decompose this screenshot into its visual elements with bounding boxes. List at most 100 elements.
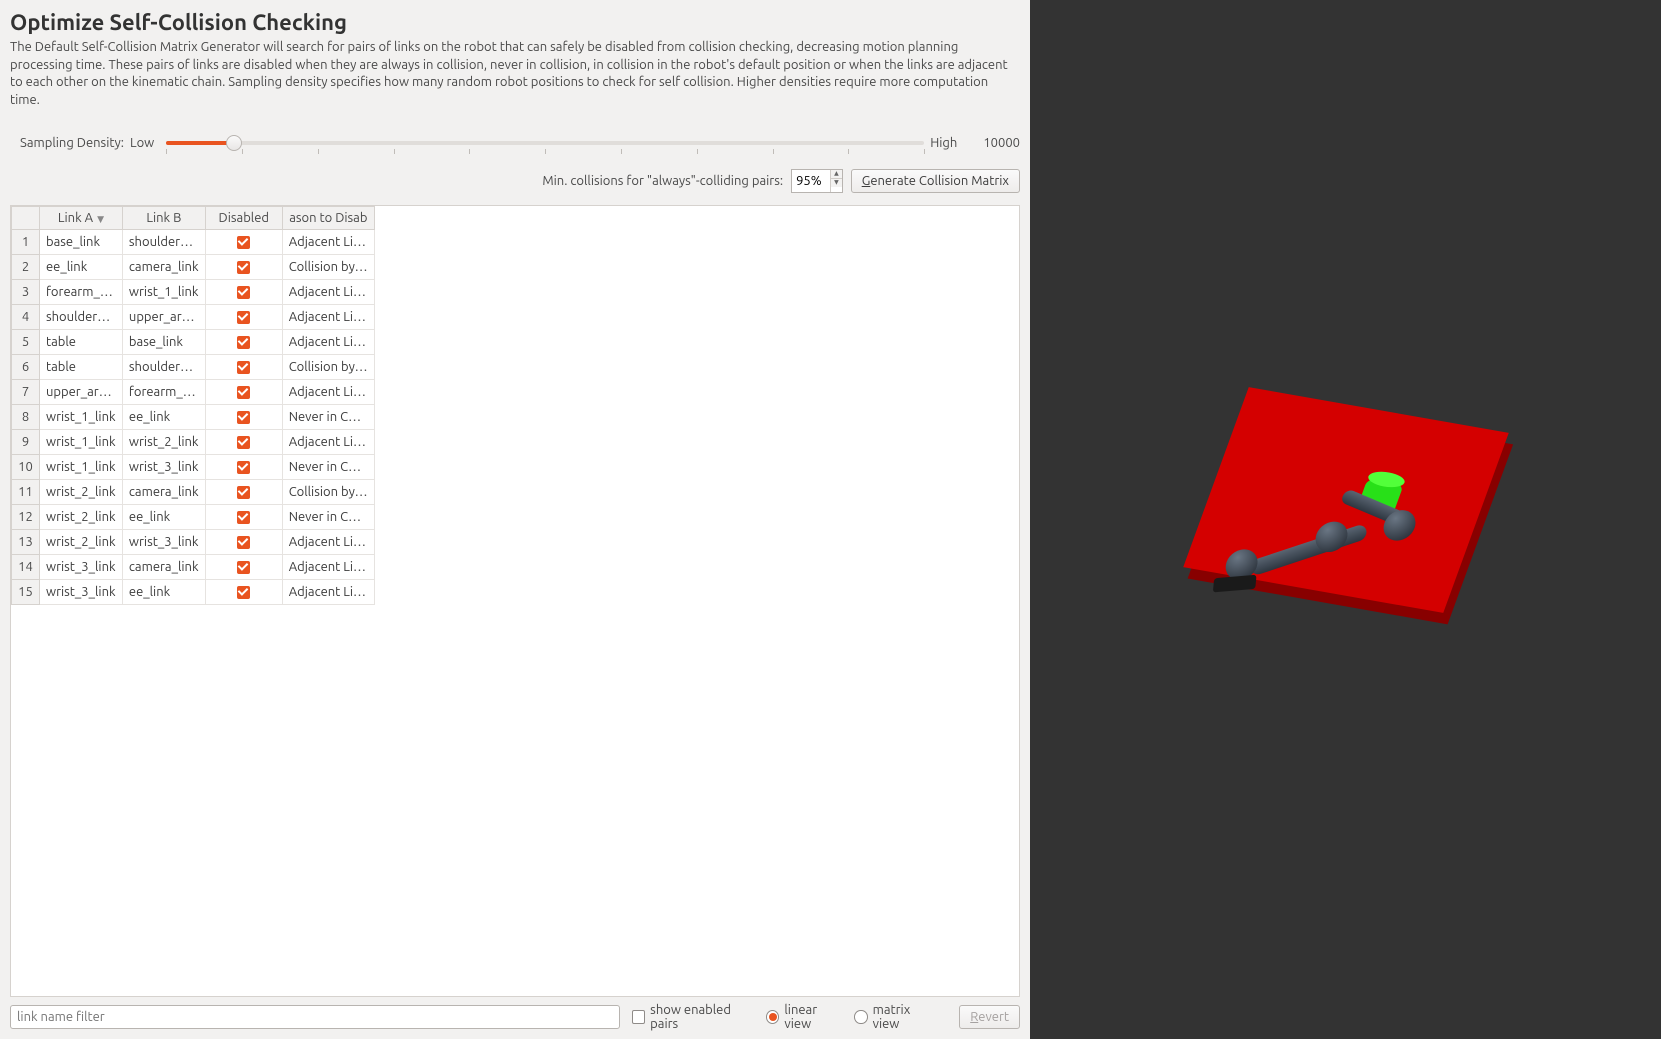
table-row[interactable]: 7upper_arm…forearm_linkAdjacent Li… [12, 380, 375, 405]
cell-disabled[interactable] [205, 230, 282, 255]
cell-link-a[interactable]: base_link [39, 230, 122, 255]
cell-link-a[interactable]: forearm_link [39, 280, 122, 305]
cell-disabled[interactable] [205, 555, 282, 580]
cell-disabled[interactable] [205, 580, 282, 605]
cell-reason[interactable]: Collision by… [282, 255, 374, 280]
cell-link-b[interactable]: forearm_link [122, 380, 205, 405]
cell-link-a[interactable]: wrist_3_link [39, 580, 122, 605]
cell-disabled[interactable] [205, 280, 282, 305]
cell-disabled[interactable] [205, 305, 282, 330]
cell-link-b[interactable]: ee_link [122, 580, 205, 605]
cell-reason[interactable]: Adjacent Li… [282, 530, 374, 555]
table-row[interactable]: 11wrist_2_linkcamera_linkCollision by… [12, 480, 375, 505]
cell-reason[interactable]: Adjacent Li… [282, 430, 374, 455]
cell-link-a[interactable]: wrist_2_link [39, 480, 122, 505]
cell-link-a[interactable]: wrist_1_link [39, 430, 122, 455]
show-enabled-checkbox-input[interactable] [632, 1010, 645, 1024]
table-row[interactable]: 10wrist_1_linkwrist_3_linkNever in Co… [12, 455, 375, 480]
cell-link-b[interactable]: wrist_3_link [122, 455, 205, 480]
linear-view-label: linear view [784, 1003, 842, 1031]
cell-link-a[interactable]: shoulder_link [39, 305, 122, 330]
cell-link-a[interactable]: table [39, 355, 122, 380]
header-disabled[interactable]: Disabled [205, 207, 282, 230]
cell-disabled[interactable] [205, 380, 282, 405]
min-collisions-input[interactable] [792, 170, 830, 192]
show-enabled-pairs-checkbox[interactable]: show enabled pairs [632, 1003, 754, 1031]
cell-disabled[interactable] [205, 430, 282, 455]
cell-disabled[interactable] [205, 330, 282, 355]
cell-link-b[interactable]: wrist_3_link [122, 530, 205, 555]
cell-reason[interactable]: Adjacent Li… [282, 305, 374, 330]
table-row[interactable]: 14wrist_3_linkcamera_linkAdjacent Li… [12, 555, 375, 580]
cell-link-a[interactable]: wrist_1_link [39, 405, 122, 430]
table-row[interactable]: 13wrist_2_linkwrist_3_linkAdjacent Li… [12, 530, 375, 555]
spin-up-icon[interactable]: ▲ [831, 170, 842, 179]
cell-link-b[interactable]: shoulder_link [122, 355, 205, 380]
cell-link-b[interactable]: ee_link [122, 505, 205, 530]
cell-link-a[interactable]: table [39, 330, 122, 355]
cell-link-b[interactable]: wrist_2_link [122, 430, 205, 455]
cell-reason[interactable]: Collision by… [282, 355, 374, 380]
cell-disabled[interactable] [205, 455, 282, 480]
cell-disabled[interactable] [205, 355, 282, 380]
cell-reason[interactable]: Never in Co… [282, 405, 374, 430]
viewport-3d[interactable] [1030, 0, 1661, 1039]
cell-link-b[interactable]: ee_link [122, 405, 205, 430]
header-rownum[interactable] [12, 207, 40, 230]
table-row[interactable]: 3forearm_linkwrist_1_linkAdjacent Li… [12, 280, 375, 305]
page-title: Optimize Self-Collision Checking [10, 10, 1020, 35]
cell-rownum: 9 [12, 430, 40, 455]
cell-reason[interactable]: Adjacent Li… [282, 580, 374, 605]
table-row[interactable]: 5tablebase_linkAdjacent Li… [12, 330, 375, 355]
cell-link-a[interactable]: wrist_1_link [39, 455, 122, 480]
cell-reason[interactable]: Adjacent Li… [282, 555, 374, 580]
linear-view-radio-input[interactable] [766, 1010, 779, 1024]
linear-view-radio[interactable]: linear view [766, 1003, 842, 1031]
cell-disabled[interactable] [205, 530, 282, 555]
link-name-filter-input[interactable] [10, 1005, 620, 1029]
cell-disabled[interactable] [205, 255, 282, 280]
cell-link-a[interactable]: upper_arm… [39, 380, 122, 405]
cell-link-b[interactable]: shoulder_link [122, 230, 205, 255]
cell-reason[interactable]: Collision by… [282, 480, 374, 505]
spin-down-icon[interactable]: ▼ [831, 179, 842, 187]
matrix-view-radio-input[interactable] [854, 1010, 867, 1024]
table-row[interactable]: 1base_linkshoulder_linkAdjacent Li… [12, 230, 375, 255]
cell-link-a[interactable]: wrist_3_link [39, 555, 122, 580]
cell-disabled[interactable] [205, 480, 282, 505]
cell-reason[interactable]: Adjacent Li… [282, 230, 374, 255]
header-link-b[interactable]: Link B [122, 207, 205, 230]
table-row[interactable]: 2ee_linkcamera_linkCollision by… [12, 255, 375, 280]
cell-link-b[interactable]: camera_link [122, 255, 205, 280]
table-row[interactable]: 12wrist_2_linkee_linkNever in Co… [12, 505, 375, 530]
cell-reason[interactable]: Adjacent Li… [282, 280, 374, 305]
cell-link-b[interactable]: base_link [122, 330, 205, 355]
cell-reason[interactable]: Never in Co… [282, 505, 374, 530]
cell-link-a[interactable]: ee_link [39, 255, 122, 280]
cell-reason[interactable]: Never in Co… [282, 455, 374, 480]
cell-link-a[interactable]: wrist_2_link [39, 530, 122, 555]
table-row[interactable]: 4shoulder_linkupper_arm…Adjacent Li… [12, 305, 375, 330]
generate-collision-matrix-button[interactable]: Generate Collision Matrix [851, 169, 1020, 193]
sampling-high-label: High [930, 136, 957, 150]
cell-link-b[interactable]: camera_link [122, 480, 205, 505]
cell-disabled[interactable] [205, 405, 282, 430]
collision-table-scroll[interactable]: Link A▼ Link B Disabled ason to Disab 1b… [11, 206, 1019, 996]
table-row[interactable]: 6tableshoulder_linkCollision by… [12, 355, 375, 380]
sampling-density-slider[interactable] [166, 133, 924, 153]
table-row[interactable]: 8wrist_1_linkee_linkNever in Co… [12, 405, 375, 430]
cell-link-b[interactable]: wrist_1_link [122, 280, 205, 305]
cell-link-b[interactable]: upper_arm… [122, 305, 205, 330]
cell-reason[interactable]: Adjacent Li… [282, 330, 374, 355]
min-collisions-spinbox[interactable]: ▲ ▼ [791, 169, 843, 193]
matrix-view-radio[interactable]: matrix view [854, 1003, 935, 1031]
revert-button[interactable]: Revert [959, 1005, 1020, 1029]
table-row[interactable]: 9wrist_1_linkwrist_2_link Adjacent Li… [12, 430, 375, 455]
cell-reason[interactable]: Adjacent Li… [282, 380, 374, 405]
cell-disabled[interactable] [205, 505, 282, 530]
header-link-a[interactable]: Link A▼ [39, 207, 122, 230]
header-reason[interactable]: ason to Disab [282, 207, 374, 230]
table-row[interactable]: 15wrist_3_linkee_linkAdjacent Li… [12, 580, 375, 605]
cell-link-a[interactable]: wrist_2_link [39, 505, 122, 530]
cell-link-b[interactable]: camera_link [122, 555, 205, 580]
